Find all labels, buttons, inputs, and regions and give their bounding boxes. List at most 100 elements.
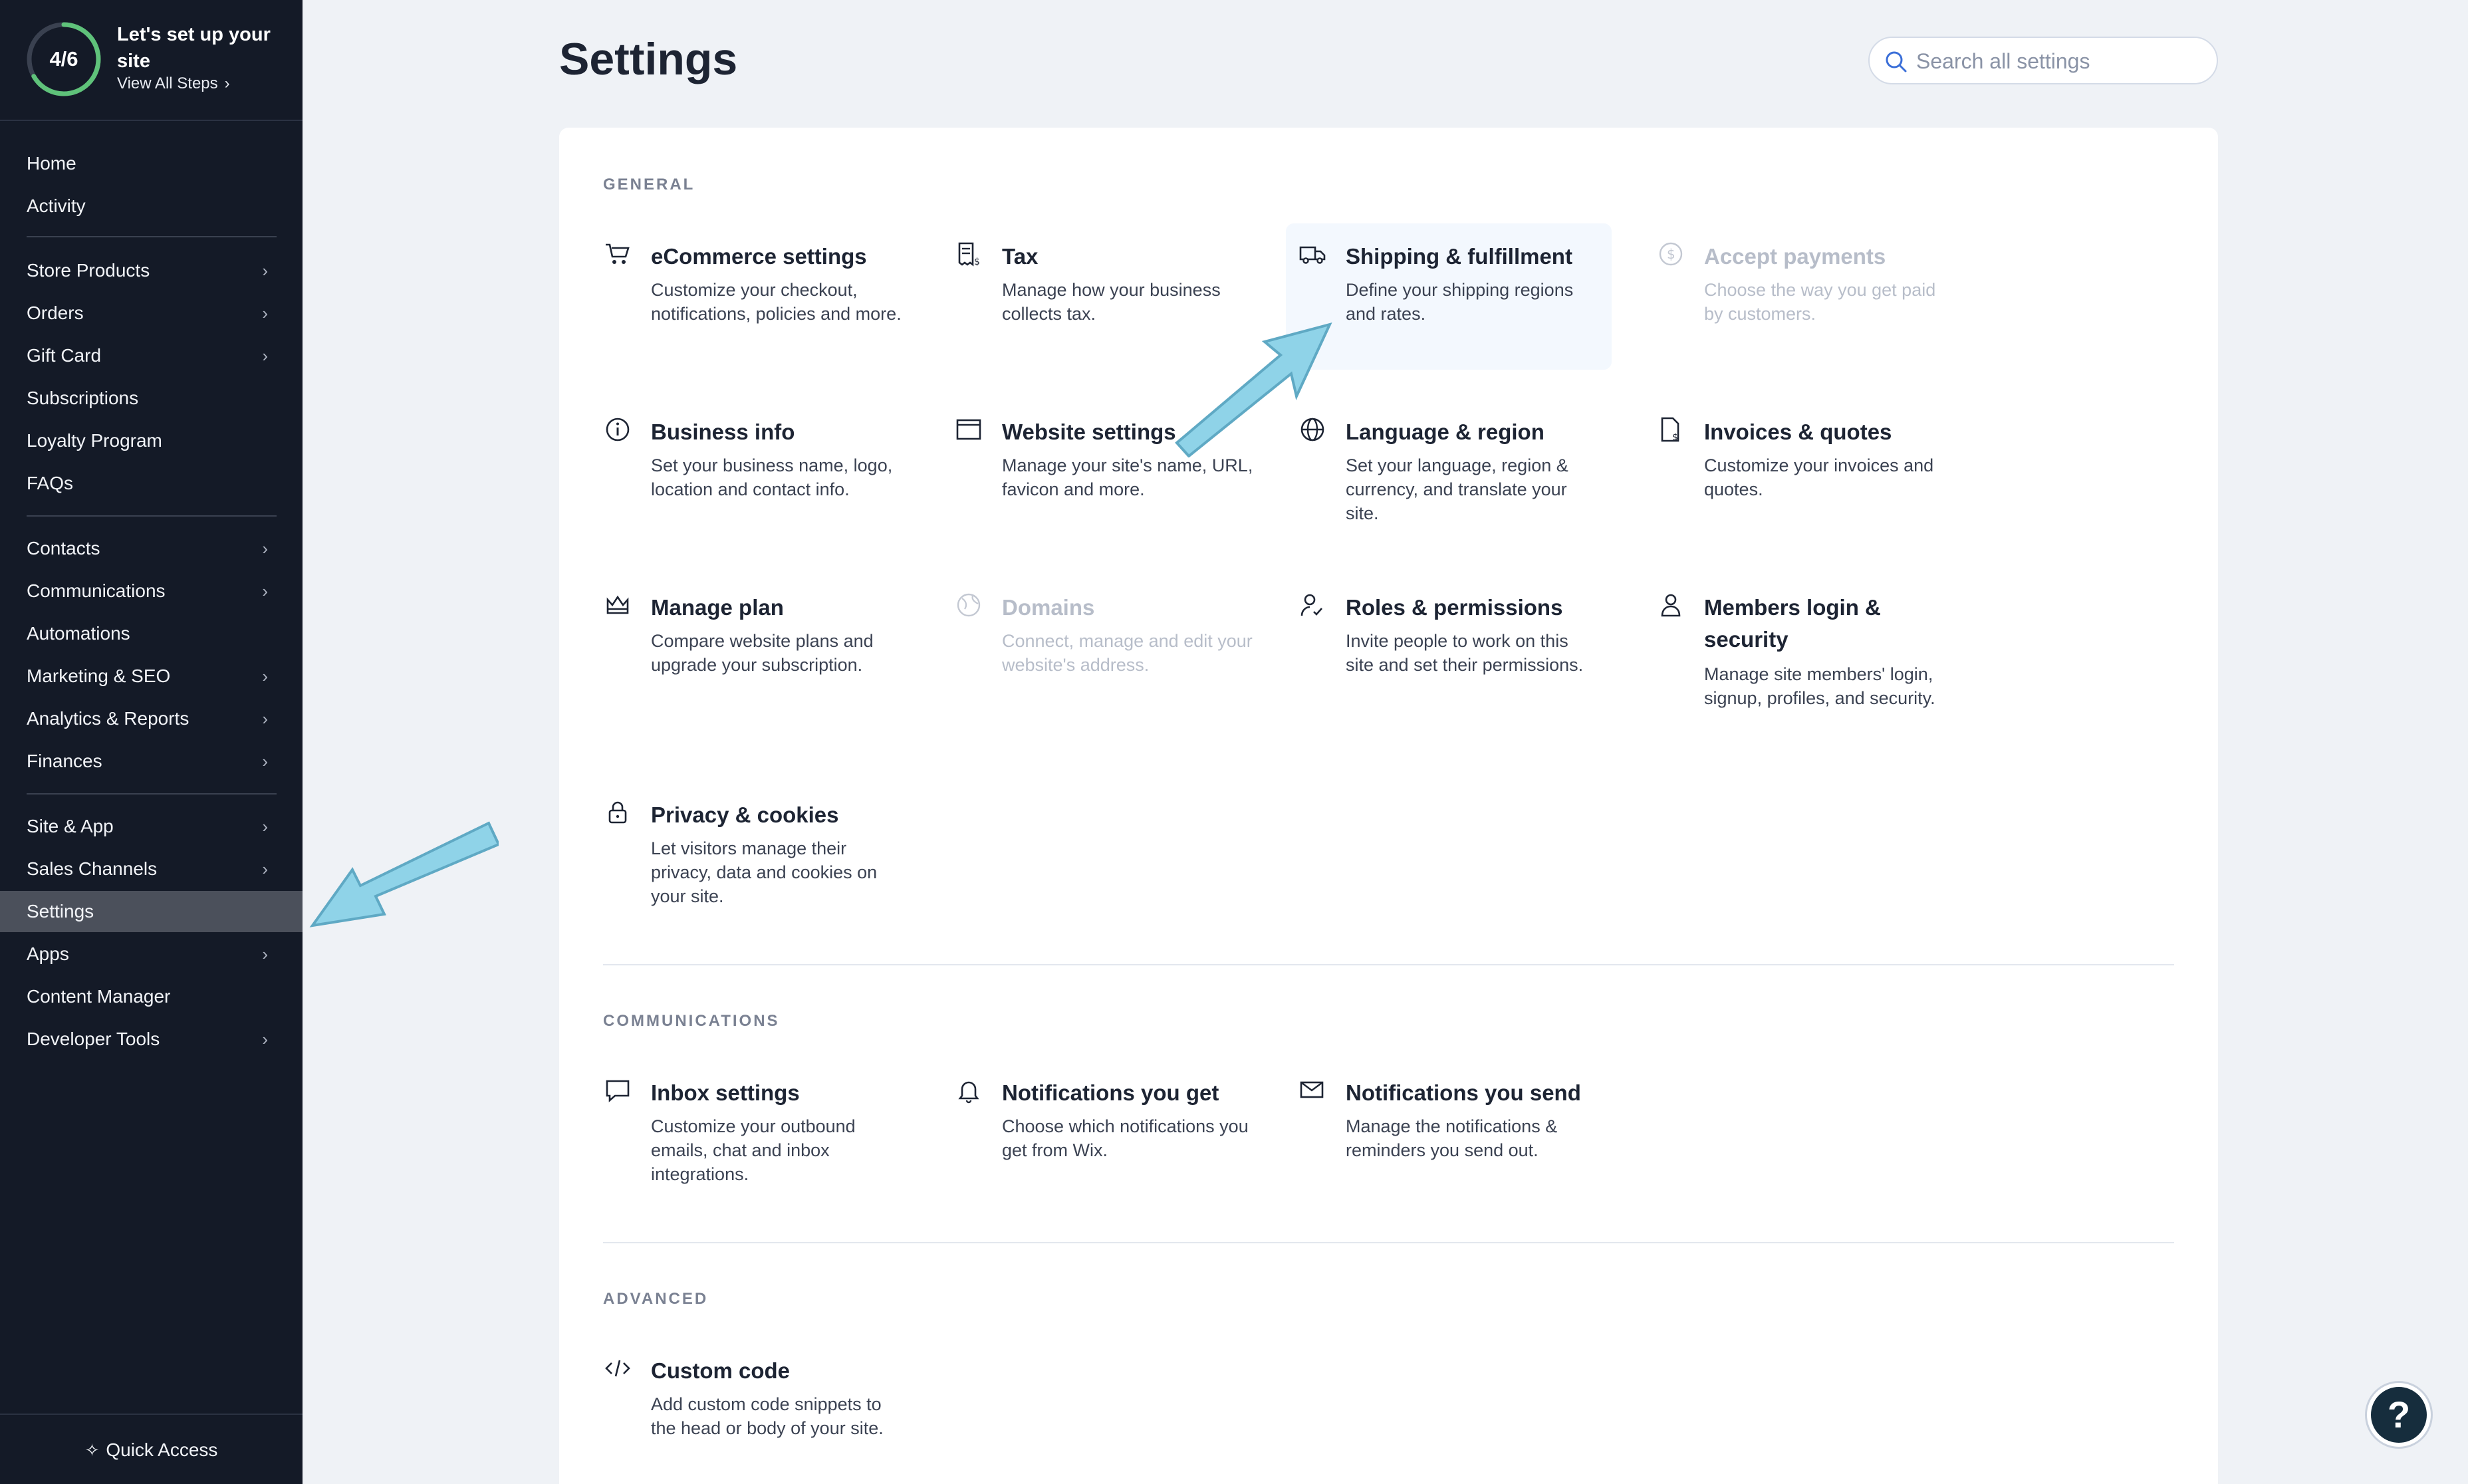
sidebar-item-automations[interactable]: Automations <box>0 613 303 654</box>
chat-bubble-icon <box>606 1080 630 1102</box>
sidebar-item-label: Developer Tools <box>27 1029 160 1049</box>
tile-title: Notifications you get <box>1002 1080 1219 1105</box>
lock-icon <box>608 801 627 824</box>
chevron-right-icon: › <box>262 751 268 771</box>
tile-title: Custom code <box>651 1358 791 1383</box>
svg-text:$: $ <box>1672 432 1678 443</box>
help-button[interactable]: ? <box>2367 1383 2431 1447</box>
tile-title: Notifications you send <box>1346 1080 1581 1105</box>
chevron-right-icon: › <box>262 581 268 601</box>
tile-notifications-you-send[interactable]: Notifications you send Manage the notifi… <box>1286 1060 1612 1206</box>
chevron-right-icon: › <box>262 944 268 964</box>
tile-title: Members login & security <box>1704 595 1881 652</box>
tile-title: Manage plan <box>651 595 784 620</box>
tile-description: Set your business name, logo, location a… <box>651 455 893 499</box>
sidebar-item-label: Apps <box>27 943 69 964</box>
tile-inbox-settings[interactable]: Inbox settings Customize your outbound e… <box>591 1060 917 1206</box>
sidebar-item-marketing-seo[interactable]: Marketing & SEO › <box>0 656 303 697</box>
setup-progress-widget[interactable]: 4/6 Let's set up your site View All Step… <box>0 0 303 121</box>
sidebar-item-sales-channels[interactable]: Sales Channels › <box>0 848 303 890</box>
page-title: Settings <box>559 34 738 84</box>
tile-description: Customize your checkout, notifications, … <box>651 280 902 324</box>
sidebar-item-faqs[interactable]: FAQs <box>0 463 303 504</box>
sidebar-item-apps[interactable]: Apps › <box>0 933 303 975</box>
sidebar-item-subscriptions[interactable]: Subscriptions <box>0 378 303 419</box>
tile-title: Shipping & fulfillment <box>1346 244 1572 269</box>
chevron-right-icon: › <box>262 816 268 836</box>
tile-description: Choose which notifications you get from … <box>1002 1116 1249 1160</box>
truck-icon <box>1299 246 1326 264</box>
quick-access-button[interactable]: ✧ Quick Access <box>0 1414 303 1484</box>
sidebar-item-label: Gift Card <box>27 345 102 366</box>
sidebar-item-label: Contacts <box>27 538 100 558</box>
quick-access-label: Quick Access <box>106 1439 218 1460</box>
search-input[interactable] <box>1916 45 2202 78</box>
sidebar-item-store-products[interactable]: Store Products › <box>0 250 303 291</box>
sidebar-item-communications[interactable]: Communications › <box>0 570 303 612</box>
invoice-icon: $ <box>1661 417 1679 443</box>
tile-title: Language & region <box>1346 420 1544 444</box>
dollar-coin-icon: $ <box>1659 242 1683 266</box>
sidebar-item-loyalty-program[interactable]: Loyalty Program <box>0 420 303 461</box>
sidebar-item-activity[interactable]: Activity <box>0 186 303 227</box>
sidebar-item-label: Automations <box>27 623 130 644</box>
sidebar-item-finances[interactable]: Finances › <box>0 741 303 782</box>
tile-description: Invite people to work on this site and s… <box>1346 631 1584 675</box>
tile-description: Let visitors manage their privacy, data … <box>651 838 878 906</box>
sidebar-item-analytics-reports[interactable]: Analytics & Reports › <box>0 698 303 739</box>
search-box[interactable] <box>1868 37 2218 84</box>
sidebar-item-label: Content Manager <box>27 986 171 1007</box>
envelope-send-icon <box>1300 1081 1324 1098</box>
user-check-icon <box>1300 594 1322 616</box>
chevron-right-icon: › <box>262 1029 268 1049</box>
view-all-steps-link[interactable]: View All Steps › <box>117 74 230 93</box>
sparkle-icon: ✧ <box>84 1440 100 1460</box>
tile-roles-permissions[interactable]: Roles & permissions Invite people to wor… <box>1286 574 1612 721</box>
tile-title: eCommerce settings <box>651 244 867 269</box>
tile-description: Compare website plans and upgrade your s… <box>651 631 874 675</box>
sidebar-item-orders[interactable]: Orders › <box>0 293 303 334</box>
tile-title: Privacy & cookies <box>651 803 839 827</box>
tile-title: Roles & permissions <box>1346 595 1563 620</box>
tile-description: Connect, manage and edit your website's … <box>1002 631 1253 675</box>
chevron-right-icon: › <box>224 74 230 92</box>
tile-custom-code[interactable]: Custom code Add custom code snippets to … <box>591 1338 917 1484</box>
tile-description: Manage site members' login, signup, prof… <box>1704 664 1935 708</box>
tile-title: Tax <box>1002 244 1039 269</box>
section-label-general: GENERAL <box>603 176 695 193</box>
sidebar-item-settings[interactable]: Settings <box>0 891 303 932</box>
sidebar-item-content-manager[interactable]: Content Manager <box>0 976 303 1017</box>
domain-globe-icon <box>957 593 981 617</box>
section-label-advanced: ADVANCED <box>603 1290 709 1308</box>
setup-progress-text: 4/6 <box>49 47 78 70</box>
sidebar-item-label: Subscriptions <box>27 388 139 408</box>
section-divider <box>603 964 2174 965</box>
tile-manage-plan[interactable]: Manage plan Compare website plans and up… <box>591 574 917 721</box>
tile-notifications-you-get[interactable]: Notifications you get Choose which notif… <box>942 1060 1268 1206</box>
sidebar-item-developer-tools[interactable]: Developer Tools › <box>0 1019 303 1060</box>
tile-members-login-security[interactable]: Members login & security Manage site mem… <box>1644 574 1970 754</box>
sidebar-item-label: Marketing & SEO <box>27 666 171 686</box>
tile-invoices-quotes[interactable]: $ Invoices & quotes Customize your invoi… <box>1644 399 1970 545</box>
sidebar-item-contacts[interactable]: Contacts › <box>0 528 303 569</box>
svg-text:$: $ <box>974 257 980 267</box>
tile-business-info[interactable]: Business info Set your business name, lo… <box>591 399 917 545</box>
sidebar-divider <box>27 515 277 517</box>
tile-privacy-cookies[interactable]: Privacy & cookies Let visitors manage th… <box>591 782 917 928</box>
sidebar: 4/6 Let's set up your site View All Step… <box>0 0 303 1484</box>
sidebar-item-label: Loyalty Program <box>27 430 162 451</box>
svg-text:$: $ <box>1667 246 1675 262</box>
info-icon <box>606 418 630 441</box>
sidebar-item-home[interactable]: Home <box>0 143 303 184</box>
chevron-right-icon: › <box>262 261 268 281</box>
tile-title: Accept payments <box>1704 244 1886 269</box>
tile-title: Inbox settings <box>651 1080 800 1105</box>
sidebar-item-gift-card[interactable]: Gift Card › <box>0 335 303 376</box>
chevron-right-icon: › <box>262 666 268 686</box>
tile-ecommerce-settings[interactable]: eCommerce settings Customize your checko… <box>591 223 917 370</box>
sidebar-item-label: Home <box>27 153 76 174</box>
section-label-communications: COMMUNICATIONS <box>603 1012 780 1030</box>
receipt-icon: $ <box>958 242 980 267</box>
tile-description: Define your shipping regions and rates. <box>1346 280 1574 324</box>
sidebar-item-site-app[interactable]: Site & App › <box>0 806 303 847</box>
